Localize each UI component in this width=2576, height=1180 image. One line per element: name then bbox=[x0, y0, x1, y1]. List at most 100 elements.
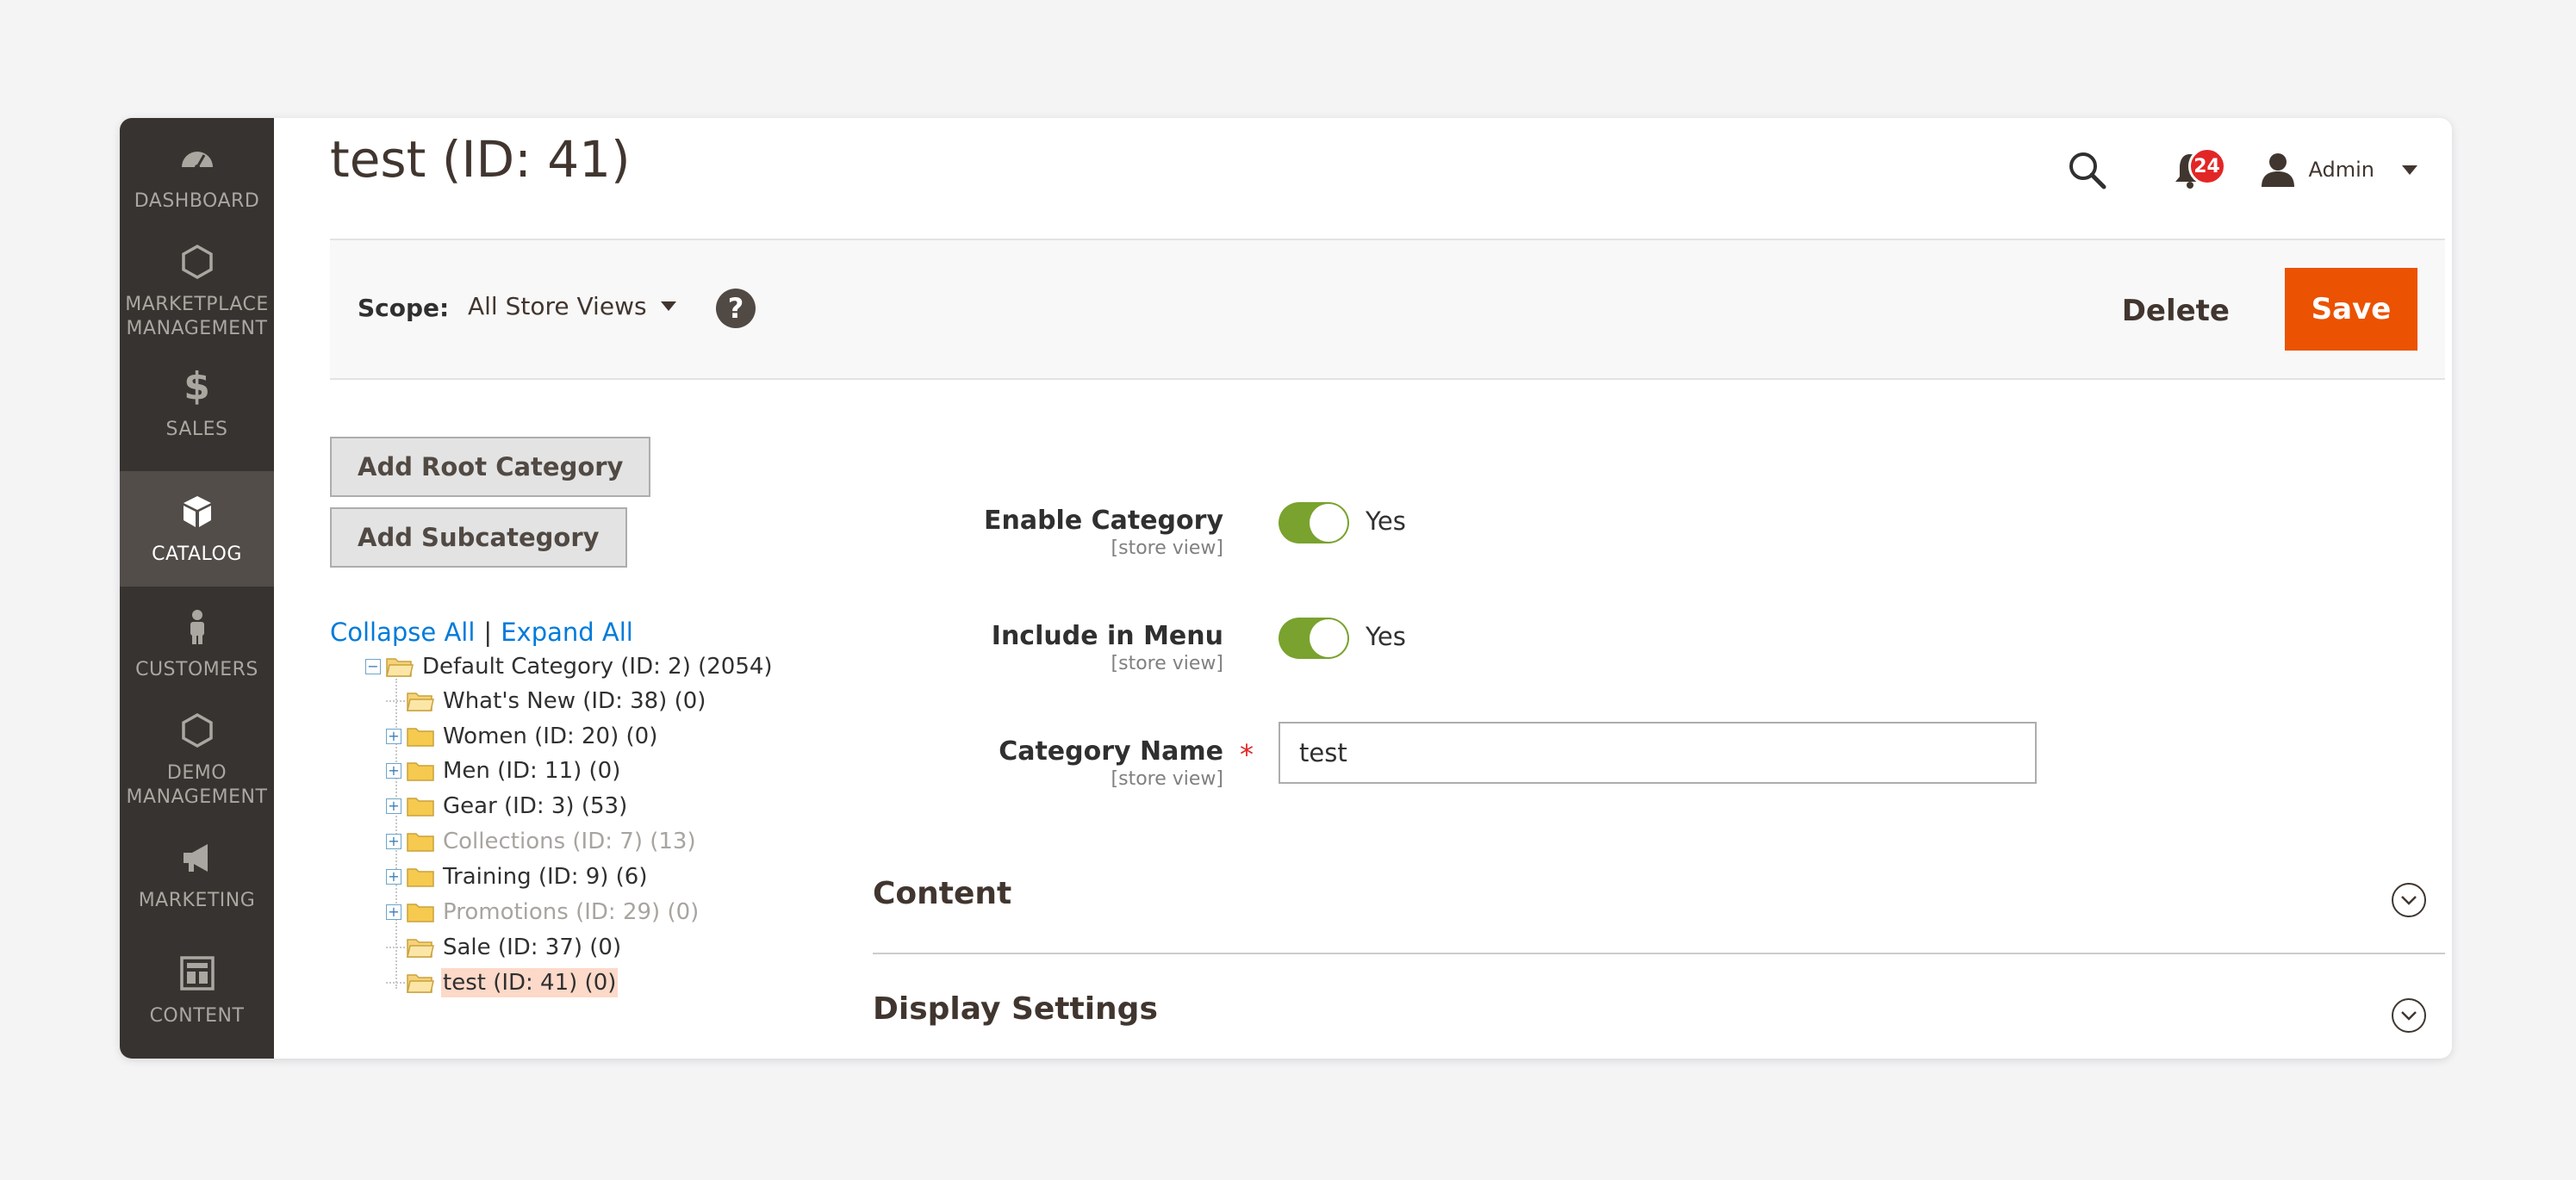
page-title: test (ID: 41) bbox=[330, 130, 631, 189]
tree-node[interactable]: What's New (ID: 38) (0) bbox=[386, 684, 707, 718]
expand-icon[interactable]: + bbox=[386, 869, 401, 885]
sidebar-item-demo-management[interactable]: DEMO MANAGEMENT bbox=[120, 702, 274, 817]
section-title: Display Settings bbox=[873, 991, 1158, 1027]
folder-icon bbox=[407, 868, 434, 887]
chevron-down-icon bbox=[2402, 165, 2417, 175]
include-in-menu-value: Yes bbox=[1366, 622, 1406, 651]
sidebar-item-label: MARKETPLACE MANAGEMENT bbox=[125, 294, 269, 339]
user-icon bbox=[2261, 153, 2294, 187]
admin-user-menu[interactable]: Admin bbox=[2259, 151, 2417, 189]
sidebar-item-content[interactable]: CONTENT bbox=[120, 933, 274, 1048]
hexagon-icon bbox=[177, 710, 218, 751]
separator: | bbox=[483, 618, 493, 647]
collapse-all-link[interactable]: Collapse All bbox=[330, 618, 475, 647]
sidebar-item-label: MARKETING bbox=[138, 890, 256, 911]
user-name: Admin bbox=[2308, 158, 2375, 182]
sidebar-item-label: CUSTOMERS bbox=[135, 659, 258, 680]
admin-window: DASHBOARD MARKETPLACE MANAGEMENT $ SALES… bbox=[120, 118, 2452, 1059]
search-button[interactable] bbox=[2061, 144, 2112, 196]
folder-icon bbox=[407, 798, 434, 817]
tree-node-selected[interactable]: test (ID: 41) (0) bbox=[386, 966, 619, 1000]
section-title: Content bbox=[873, 876, 1012, 911]
category-name-label: Category Name [store view] bbox=[999, 736, 1223, 790]
folder-icon bbox=[407, 904, 434, 922]
sidebar-item-label: CATALOG bbox=[152, 543, 242, 565]
sidebar-item-label: DASHBOARD bbox=[134, 190, 260, 212]
notifications-button[interactable]: 24 bbox=[2164, 144, 2226, 196]
collapse-icon[interactable]: − bbox=[365, 659, 381, 674]
chevron-down-icon bbox=[2392, 883, 2426, 917]
delete-button[interactable]: Delete bbox=[2122, 287, 2230, 335]
header-actions: 24 Admin bbox=[2061, 127, 2417, 213]
sidebar-item-marketplace-management[interactable]: MARKETPLACE MANAGEMENT bbox=[120, 233, 274, 349]
person-icon bbox=[177, 606, 218, 648]
save-button[interactable]: Save bbox=[2285, 268, 2417, 351]
sidebar-item-label: SALES bbox=[165, 419, 228, 440]
folder-icon bbox=[407, 728, 434, 747]
hexagon-icon bbox=[177, 241, 218, 283]
box-icon bbox=[177, 491, 218, 532]
sidebar-item-label: DEMO MANAGEMENT bbox=[126, 762, 268, 808]
tree-node-label: Collections (ID: 7) (13) bbox=[443, 829, 696, 854]
expand-all-link[interactable]: Expand All bbox=[501, 618, 633, 647]
scope-switcher[interactable]: All Store Views bbox=[468, 292, 676, 320]
tree-node[interactable]: Sale (ID: 37) (0) bbox=[386, 930, 623, 965]
tree-node-label: What's New (ID: 38) (0) bbox=[443, 688, 706, 714]
tree-node[interactable]: + Collections (ID: 7) (13) bbox=[386, 824, 698, 859]
tree-node-label: Women (ID: 20) (0) bbox=[443, 724, 658, 749]
tree-node-label: Men (ID: 11) (0) bbox=[443, 758, 621, 784]
expand-icon[interactable]: + bbox=[386, 834, 401, 849]
tree-node[interactable]: + Training (ID: 9) (6) bbox=[386, 860, 650, 894]
help-icon[interactable]: ? bbox=[716, 289, 756, 328]
scope-value: All Store Views bbox=[468, 292, 647, 320]
sidebar-item-catalog[interactable]: CATALOG bbox=[120, 471, 274, 587]
expand-icon[interactable]: + bbox=[386, 904, 401, 920]
tree-node-root[interactable]: − Default Category (ID: 2) (2054) bbox=[365, 649, 775, 684]
tree-node[interactable]: + Men (ID: 11) (0) bbox=[386, 754, 622, 788]
section-divider bbox=[873, 953, 2445, 954]
folder-open-icon bbox=[386, 658, 414, 677]
folder-icon bbox=[407, 833, 434, 852]
sidebar-item-sales[interactable]: $ SALES bbox=[120, 349, 274, 459]
required-indicator: * bbox=[1240, 738, 1254, 771]
sidebar-item-marketing[interactable]: MARKETING bbox=[120, 817, 274, 933]
enable-category-label: Enable Category [store view] bbox=[983, 506, 1223, 559]
category-name-input[interactable] bbox=[1279, 722, 2037, 784]
include-in-menu-label: Include in Menu [store view] bbox=[991, 621, 1223, 674]
add-root-category-button[interactable]: Add Root Category bbox=[330, 437, 651, 497]
tree-node-label: test (ID: 41) (0) bbox=[441, 968, 619, 997]
sidebar-item-customers[interactable]: CUSTOMERS bbox=[120, 587, 274, 702]
speedometer-icon bbox=[177, 138, 218, 179]
tree-controls: Collapse All | Expand All bbox=[330, 618, 633, 647]
megaphone-icon bbox=[177, 837, 218, 879]
tree-node[interactable]: + Gear (ID: 3) (53) bbox=[386, 789, 629, 823]
enable-category-toggle[interactable] bbox=[1279, 502, 1349, 543]
search-icon bbox=[2069, 152, 2106, 189]
folder-icon bbox=[407, 762, 434, 781]
add-subcategory-button[interactable]: Add Subcategory bbox=[330, 507, 627, 568]
include-in-menu-toggle[interactable] bbox=[1279, 618, 1349, 659]
display-settings-section-header[interactable]: Display Settings bbox=[873, 957, 2445, 1059]
tree-node[interactable]: + Promotions (ID: 29) (0) bbox=[386, 895, 700, 929]
sidebar-item-label: CONTENT bbox=[149, 1005, 245, 1027]
content-section-header[interactable]: Content bbox=[873, 842, 2445, 953]
tree-node[interactable]: + Women (ID: 20) (0) bbox=[386, 719, 659, 754]
enable-category-value: Yes bbox=[1366, 506, 1406, 536]
tree-node-label: Gear (ID: 3) (53) bbox=[443, 793, 628, 819]
expand-icon[interactable]: + bbox=[386, 763, 401, 779]
scope-label: Scope: bbox=[358, 294, 450, 322]
sidebar-item-dashboard[interactable]: DASHBOARD bbox=[120, 118, 274, 233]
notification-badge: 24 bbox=[2187, 147, 2226, 185]
expand-icon[interactable]: + bbox=[386, 729, 401, 744]
scope-bar: Scope: All Store Views ? Delete Save bbox=[330, 239, 2445, 380]
tree-node-label: Promotions (ID: 29) (0) bbox=[443, 899, 700, 925]
tree-node-label: Sale (ID: 37) (0) bbox=[443, 935, 622, 960]
layout-icon bbox=[177, 953, 218, 994]
folder-open-icon bbox=[407, 939, 434, 958]
sidebar: DASHBOARD MARKETPLACE MANAGEMENT $ SALES… bbox=[120, 118, 274, 1059]
expand-icon[interactable]: + bbox=[386, 798, 401, 814]
chevron-down-icon bbox=[660, 301, 676, 311]
dollar-icon: $ bbox=[184, 364, 210, 408]
chevron-down-icon bbox=[2392, 998, 2426, 1033]
tree-node-label: Training (ID: 9) (6) bbox=[443, 864, 648, 890]
